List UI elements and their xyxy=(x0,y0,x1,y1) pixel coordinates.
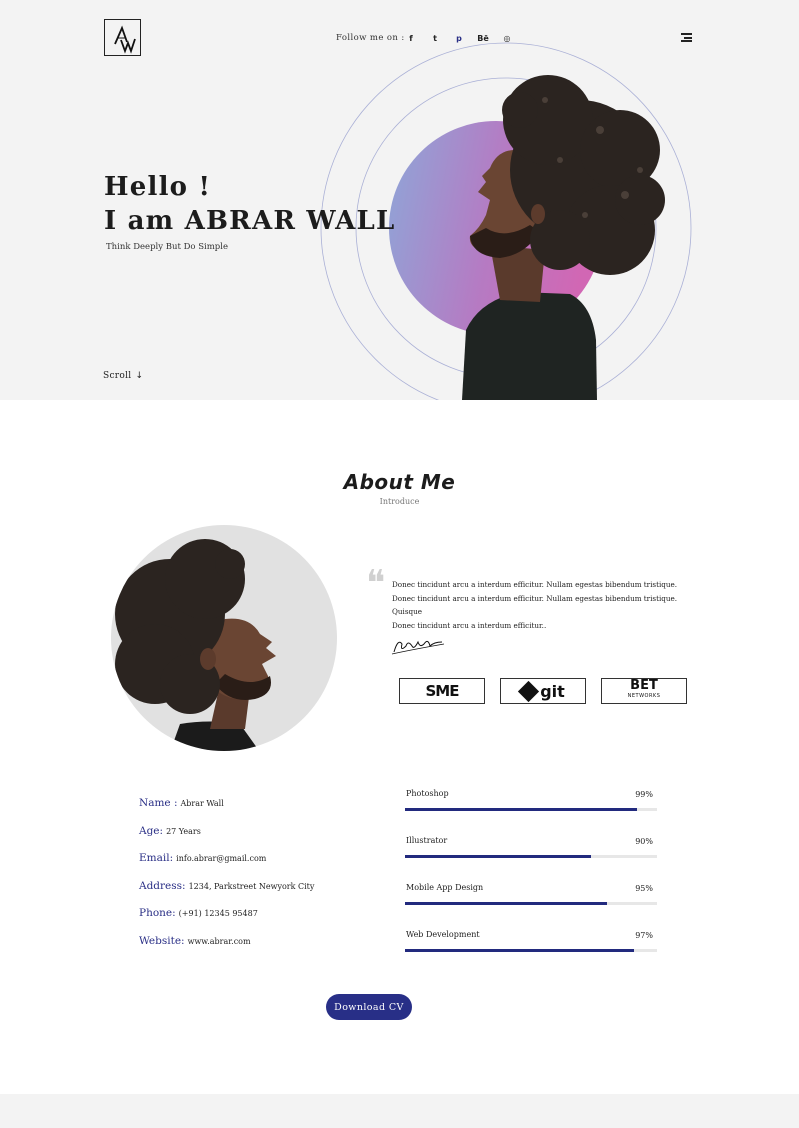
about-portrait xyxy=(111,525,337,751)
hero-name: I am ABRAR WALL xyxy=(104,206,396,236)
logo-monogram xyxy=(114,25,136,54)
social-links: f t p Bē ◎ xyxy=(404,31,514,45)
twitter-icon[interactable]: t xyxy=(428,31,442,45)
quote-line: Donec tincidunt arcu a interdum efficitu… xyxy=(392,580,678,589)
skill-bar-track xyxy=(405,855,657,858)
about-title: About Me xyxy=(343,470,456,494)
info-row-age: Age: 27 Years xyxy=(139,824,201,837)
personal-info: Name : Abrar Wall Age: 27 Years Email: info… xyxy=(139,797,314,962)
hero-greeting: Hello ! xyxy=(104,172,212,202)
skill-bar-fill xyxy=(405,902,607,905)
skill-bar-fill xyxy=(405,855,592,858)
signature-image xyxy=(391,640,445,655)
info-row-name: Name : Abrar Wall xyxy=(139,797,224,809)
info-row-email: Email: info.abrar@gmail.com xyxy=(139,852,267,864)
logo[interactable] xyxy=(104,19,141,56)
skill-bar-track xyxy=(405,808,657,811)
scroll-label: Scroll xyxy=(103,371,132,381)
quote-line: Donec tincidunt arcu a interdum efficitu… xyxy=(392,593,678,617)
hero-tagline: Think Deeply But Do Simple xyxy=(106,242,228,252)
skill-bar-fill xyxy=(405,949,635,952)
skills-list: Photoshop 99% Illustrator 90% Mobile App… xyxy=(405,789,657,977)
behance-icon[interactable]: Bē xyxy=(476,31,490,45)
follow-label: Follow me on : xyxy=(336,33,405,43)
skill-photoshop: Photoshop 99% xyxy=(405,789,657,836)
info-row-website: Website: www.abrar.com xyxy=(139,934,251,947)
skill-bar-fill xyxy=(405,808,637,811)
about-subtitle: Introduce xyxy=(379,497,420,506)
skill-bar-track xyxy=(405,949,657,952)
skill-web-development: Web Development 97% xyxy=(405,930,657,977)
scroll-button[interactable]: Scroll ↓ xyxy=(103,371,143,381)
skill-bar-track xyxy=(405,902,657,905)
bet-logo: BET NETWORKS xyxy=(601,678,687,704)
skill-mobile-app-design: Mobile App Design 95% xyxy=(405,883,657,930)
hero-heading: Hello ! I am ABRAR WALL xyxy=(104,170,395,238)
arrow-down-icon: ↓ xyxy=(135,371,144,381)
hamburger-menu-icon[interactable] xyxy=(681,33,692,42)
info-row-address: Address: 1234, Parkstreet Newyork City xyxy=(139,879,315,892)
quote-icon: ❝ xyxy=(366,563,386,604)
git-logo: git xyxy=(500,678,586,704)
dribbble-icon[interactable]: ◎ xyxy=(500,31,514,45)
footer-band xyxy=(0,1094,799,1128)
about-quote: Donec tincidunt arcu a interdum efficitu… xyxy=(392,578,692,632)
info-row-phone: Phone: (+91) 12345 95487 xyxy=(139,907,258,919)
pinterest-icon[interactable]: p xyxy=(452,31,466,45)
hero-section: Follow me on : f t p Bē ◎ Hello ! I am A… xyxy=(0,0,799,400)
download-cv-button[interactable]: Download CV xyxy=(326,994,412,1020)
git-diamond-icon xyxy=(518,680,540,702)
skill-illustrator: Illustrator 90% xyxy=(405,836,657,883)
facebook-icon[interactable]: f xyxy=(404,31,418,45)
sme-logo: SME xyxy=(399,678,485,704)
client-logos: SME git BET NETWORKS xyxy=(399,678,687,704)
